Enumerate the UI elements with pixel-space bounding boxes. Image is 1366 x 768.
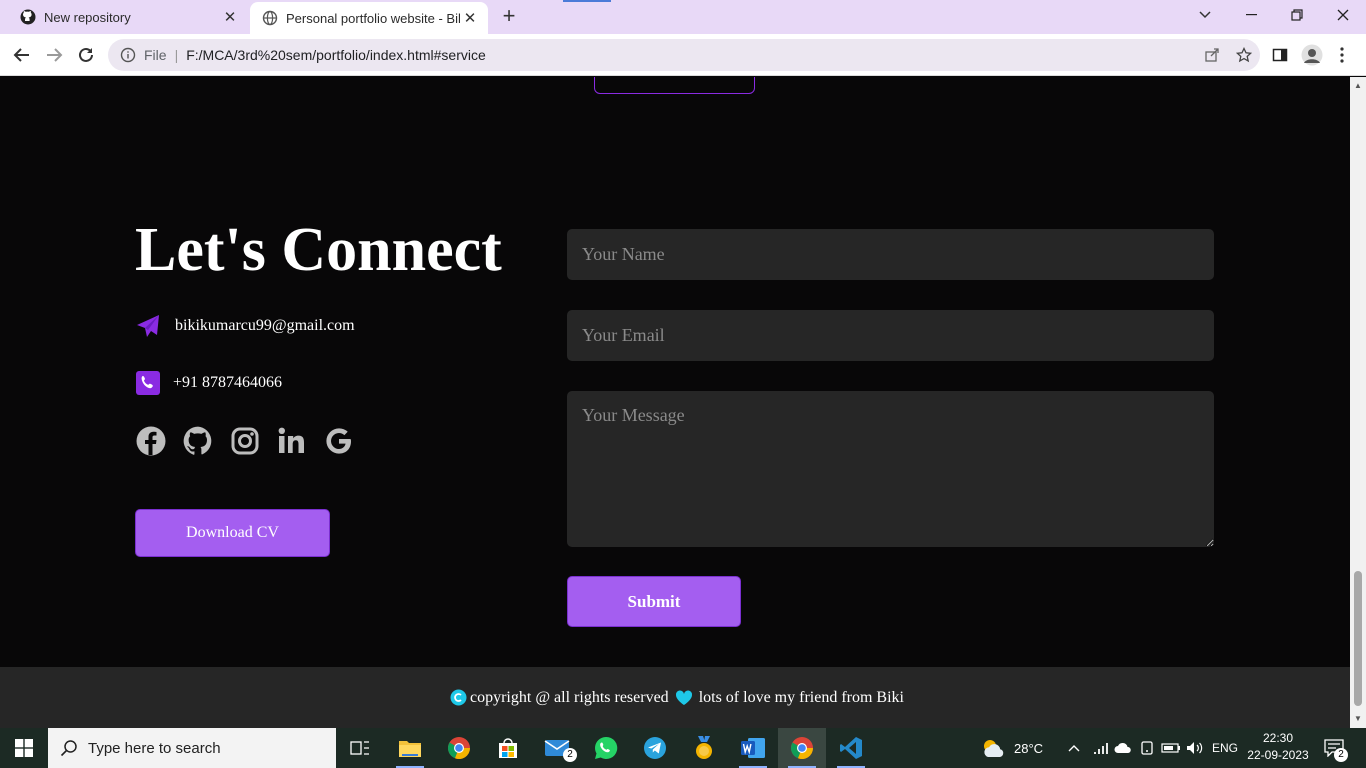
task-view-icon[interactable] xyxy=(336,728,384,768)
back-arrow-icon[interactable] xyxy=(10,43,34,67)
browser-toolbar: File | F:/MCA/3rd%20sem/portfolio/index.… xyxy=(0,34,1366,76)
github-icon xyxy=(20,9,36,25)
previous-section-button[interactable] xyxy=(594,77,755,94)
share-icon[interactable] xyxy=(1196,47,1228,63)
url-text[interactable]: F:/MCA/3rd%20sem/portfolio/index.html#se… xyxy=(186,47,1196,63)
close-window-icon[interactable] xyxy=(1320,0,1366,30)
google-icon[interactable] xyxy=(323,425,355,457)
github-icon[interactable] xyxy=(182,425,214,457)
heart-icon xyxy=(675,689,693,707)
phone-text[interactable]: +91 8787464066 xyxy=(173,374,282,392)
tab-title: Personal portfolio website - Biki xyxy=(286,10,460,26)
forward-arrow-icon[interactable] xyxy=(42,43,66,67)
tab-portfolio[interactable]: Personal portfolio website - Biki ✕ xyxy=(250,2,488,34)
name-input[interactable] xyxy=(567,229,1214,280)
taskbar: Type here to search 2 28°C ENG 22:30 22-… xyxy=(0,728,1366,768)
copyright-text: copyright @ all rights reserved xyxy=(470,688,669,706)
submit-button[interactable]: Submit xyxy=(567,576,741,627)
mail-badge: 2 xyxy=(563,748,577,762)
close-icon[interactable]: ✕ xyxy=(460,9,480,27)
reload-icon[interactable] xyxy=(74,43,98,67)
side-panel-icon[interactable] xyxy=(1268,43,1292,67)
tab-search-indicator xyxy=(563,0,611,2)
info-icon[interactable] xyxy=(120,47,136,63)
wifi-icon[interactable] xyxy=(1093,728,1109,768)
notification-center-icon[interactable]: 2 xyxy=(1324,728,1348,768)
love-text: lots of love my friend from Biki xyxy=(698,688,904,706)
onedrive-cloud-icon[interactable] xyxy=(1114,728,1132,768)
minimize-icon[interactable] xyxy=(1228,0,1274,30)
device-icon[interactable] xyxy=(1139,728,1155,768)
clock-time: 22:30 xyxy=(1262,731,1294,745)
email-text[interactable]: bikikumarcu99@gmail.com xyxy=(175,317,355,335)
facebook-icon[interactable] xyxy=(135,425,167,457)
paper-plane-icon xyxy=(135,313,161,339)
search-placeholder: Type here to search xyxy=(88,739,221,757)
restore-icon[interactable] xyxy=(1274,0,1320,30)
phone-row: +91 8787464066 xyxy=(135,370,282,396)
footer: copyright @ all rights reserved lots of … xyxy=(0,667,1350,728)
telegram-icon[interactable] xyxy=(631,728,679,768)
social-links xyxy=(135,425,370,457)
globe-icon xyxy=(262,10,278,26)
clock-date: 22-09-2023 xyxy=(1247,748,1309,762)
scroll-down-icon[interactable]: ▼ xyxy=(1353,714,1363,724)
mail-icon[interactable]: 2 xyxy=(533,728,581,768)
weather-partly-cloudy-icon xyxy=(980,737,1006,759)
copyright-icon xyxy=(449,689,467,707)
close-icon[interactable]: ✕ xyxy=(220,8,240,26)
tab-new-repository[interactable]: New repository ✕ xyxy=(8,0,248,34)
page-content: Let's Connect bikikumarcu99@gmail.com +9… xyxy=(0,77,1350,728)
profile-avatar[interactable] xyxy=(1300,43,1324,67)
file-explorer-icon[interactable] xyxy=(386,728,434,768)
medal-app-icon[interactable] xyxy=(680,728,728,768)
word-icon[interactable] xyxy=(729,728,777,768)
search-icon xyxy=(60,739,78,757)
phone-icon xyxy=(135,370,161,396)
scrollbar-thumb[interactable] xyxy=(1354,571,1362,706)
download-cv-button[interactable]: Download CV xyxy=(135,509,330,557)
chrome-icon[interactable] xyxy=(435,728,483,768)
weather-widget[interactable]: 28°C xyxy=(980,728,1043,768)
scheme-label: File xyxy=(144,47,167,63)
windows-start-icon[interactable] xyxy=(0,728,48,768)
address-separator: | xyxy=(174,47,179,63)
message-textarea[interactable] xyxy=(567,391,1214,547)
scroll-up-icon[interactable]: ▲ xyxy=(1353,81,1363,91)
tab-search-chevron-icon[interactable] xyxy=(1182,0,1228,30)
more-menu-icon[interactable] xyxy=(1330,43,1354,67)
email-row: bikikumarcu99@gmail.com xyxy=(135,313,355,339)
system-clock[interactable]: 22:30 22-09-2023 xyxy=(1246,730,1310,764)
section-title: Let's Connect xyxy=(135,216,502,284)
taskbar-search-box[interactable]: Type here to search xyxy=(48,728,336,768)
tab-title: New repository xyxy=(44,9,131,25)
vscode-icon[interactable] xyxy=(827,728,875,768)
linkedin-icon[interactable] xyxy=(276,425,308,457)
volume-icon[interactable] xyxy=(1186,728,1204,768)
address-bar[interactable]: File | F:/MCA/3rd%20sem/portfolio/index.… xyxy=(108,39,1260,71)
language-indicator[interactable]: ENG xyxy=(1212,728,1238,768)
bookmark-star-icon[interactable] xyxy=(1228,47,1260,63)
chrome-active-icon[interactable] xyxy=(778,728,826,768)
microsoft-store-icon[interactable] xyxy=(484,728,532,768)
notification-badge: 2 xyxy=(1334,748,1348,762)
whatsapp-icon[interactable] xyxy=(582,728,630,768)
page-scrollbar[interactable]: ▲ ▼ xyxy=(1350,77,1366,728)
tab-strip: New repository ✕ Personal portfolio webs… xyxy=(0,0,1366,34)
instagram-icon[interactable] xyxy=(229,425,261,457)
weather-temperature: 28°C xyxy=(1014,740,1044,756)
show-hidden-icons-chevron-icon[interactable] xyxy=(1067,728,1081,768)
new-tab-button[interactable]: + xyxy=(498,5,520,28)
battery-icon[interactable] xyxy=(1161,728,1181,768)
email-input[interactable] xyxy=(567,310,1214,361)
